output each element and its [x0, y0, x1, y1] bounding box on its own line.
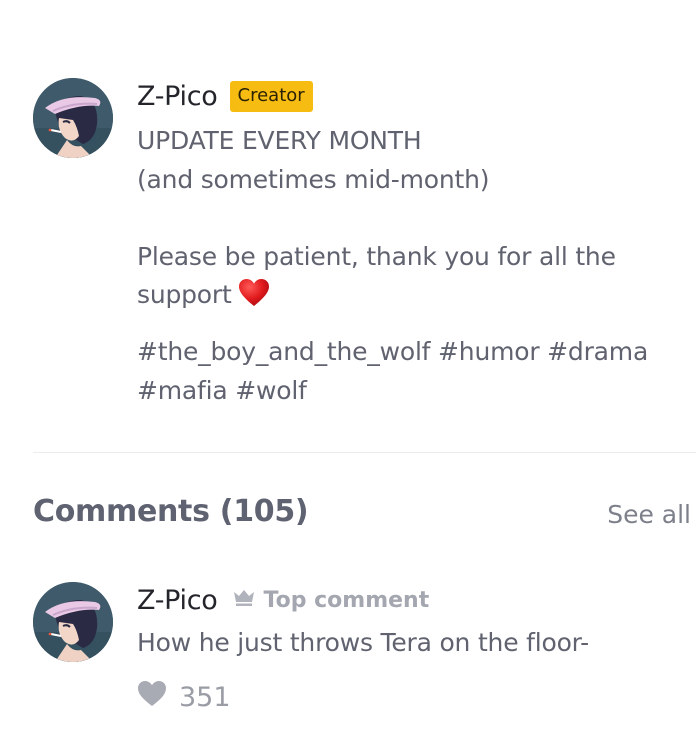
- tag-link[interactable]: #drama: [547, 337, 648, 366]
- like-row: 351: [137, 680, 693, 714]
- tag-link[interactable]: #humor: [438, 337, 540, 366]
- creator-note-header: Z-Pico Creator: [137, 78, 693, 114]
- note-line: Please be patient, thank you for all the: [137, 241, 616, 271]
- comments-header: Comments (105) See all: [33, 494, 691, 538]
- comment-author[interactable]: Z-Pico: [137, 585, 218, 616]
- comment-item: Z-Pico Top comment How he just throws Te…: [33, 582, 693, 722]
- creator-badge: Creator: [229, 80, 313, 112]
- see-all-link[interactable]: See all: [607, 500, 691, 529]
- top-comment-label: Top comment: [232, 587, 430, 613]
- note-blank-line: [137, 199, 693, 238]
- tag-link[interactable]: #mafia: [137, 376, 228, 405]
- crown-icon: [232, 587, 256, 613]
- creator-note-body: Z-Pico Creator UPDATE EVERY MONTH (and s…: [137, 78, 693, 410]
- creator-name[interactable]: Z-Pico: [137, 81, 218, 112]
- note-line: (and sometimes mid-month): [137, 164, 490, 194]
- comments-title: Comments (105): [33, 494, 309, 529]
- avatar-image: [33, 582, 113, 662]
- comment-header: Z-Pico Top comment: [137, 582, 693, 618]
- tag-list: #the_boy_and_the_wolf #humor #drama #maf…: [137, 332, 693, 410]
- avatar-image: [33, 78, 113, 158]
- comment-body: Z-Pico Top comment How he just throws Te…: [137, 582, 693, 714]
- like-count: 351: [179, 681, 231, 713]
- note-line: support: [137, 280, 232, 309]
- top-comment-text: Top comment: [263, 587, 430, 613]
- avatar[interactable]: [33, 582, 113, 662]
- section-divider: [33, 452, 696, 453]
- note-line-with-emoji: support: [137, 276, 693, 320]
- tag-link[interactable]: #the_boy_and_the_wolf: [137, 337, 430, 366]
- heart-icon[interactable]: [137, 680, 167, 714]
- note-line: UPDATE EVERY MONTH: [137, 126, 422, 155]
- red-heart-icon: [238, 278, 270, 320]
- tag-link[interactable]: #wolf: [235, 376, 307, 405]
- comment-text: How he just throws Tera on the floor-: [137, 628, 589, 657]
- creator-note-text: UPDATE EVERY MONTH (and sometimes mid-mo…: [137, 122, 693, 320]
- avatar[interactable]: [33, 78, 113, 158]
